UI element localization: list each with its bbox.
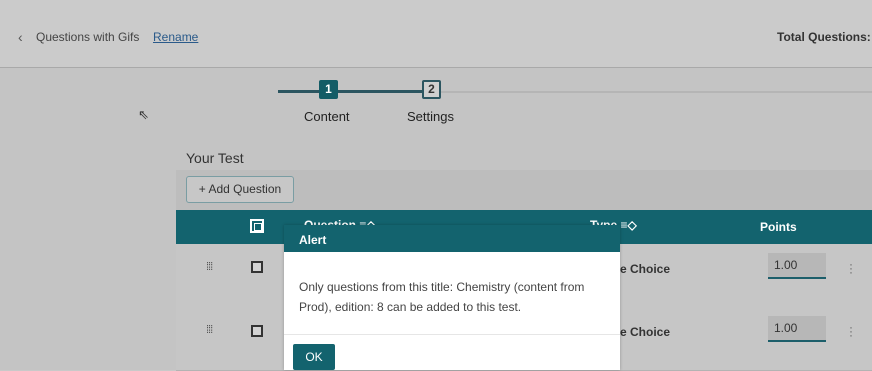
step-1-indicator[interactable]: 1 [319, 80, 338, 99]
drag-handle-icon[interactable]: ⁞⁞⁞ [206, 261, 213, 273]
points-input[interactable]: 1.00 [768, 316, 826, 342]
page-title: Questions with Gifs [36, 30, 140, 44]
stepper-line-left [278, 90, 320, 93]
alert-message: Only questions from this title: Chemistr… [299, 280, 585, 314]
points-input[interactable]: 1.00 [768, 253, 826, 279]
top-bar: ‹ Questions with Gifs Rename Total Quest… [0, 0, 872, 68]
chevron-left-icon[interactable]: ‹ [18, 29, 23, 45]
row-checkbox[interactable] [251, 325, 263, 337]
step-label-content: Content [304, 109, 350, 124]
stepper-line-middle [338, 90, 422, 93]
drag-handle-icon[interactable]: ⁞⁞⁞ [206, 324, 213, 336]
alert-title: Alert [299, 233, 327, 247]
points-column-header: Points [760, 220, 797, 234]
total-questions-label: Total Questions: ! [777, 30, 872, 44]
alert-divider [284, 334, 620, 335]
more-options-icon[interactable]: · · · [849, 258, 853, 278]
step-label-settings: Settings [407, 109, 454, 124]
rename-link[interactable]: Rename [153, 30, 198, 44]
more-options-icon[interactable]: · · · [849, 321, 853, 341]
alert-dialog: Alert Only questions from this title: Ch… [284, 225, 620, 370]
row-checkbox[interactable] [251, 261, 263, 273]
section-heading: Your Test [186, 150, 244, 166]
select-all-checkbox[interactable] [250, 219, 264, 233]
mouse-pointer-icon: ⇖ [138, 107, 149, 122]
add-question-button[interactable]: + Add Question [186, 176, 294, 203]
alert-header: Alert [284, 225, 620, 252]
stepper-line-right [441, 91, 872, 93]
ok-button[interactable]: OK [293, 344, 335, 370]
step-2-indicator[interactable]: 2 [422, 80, 441, 99]
